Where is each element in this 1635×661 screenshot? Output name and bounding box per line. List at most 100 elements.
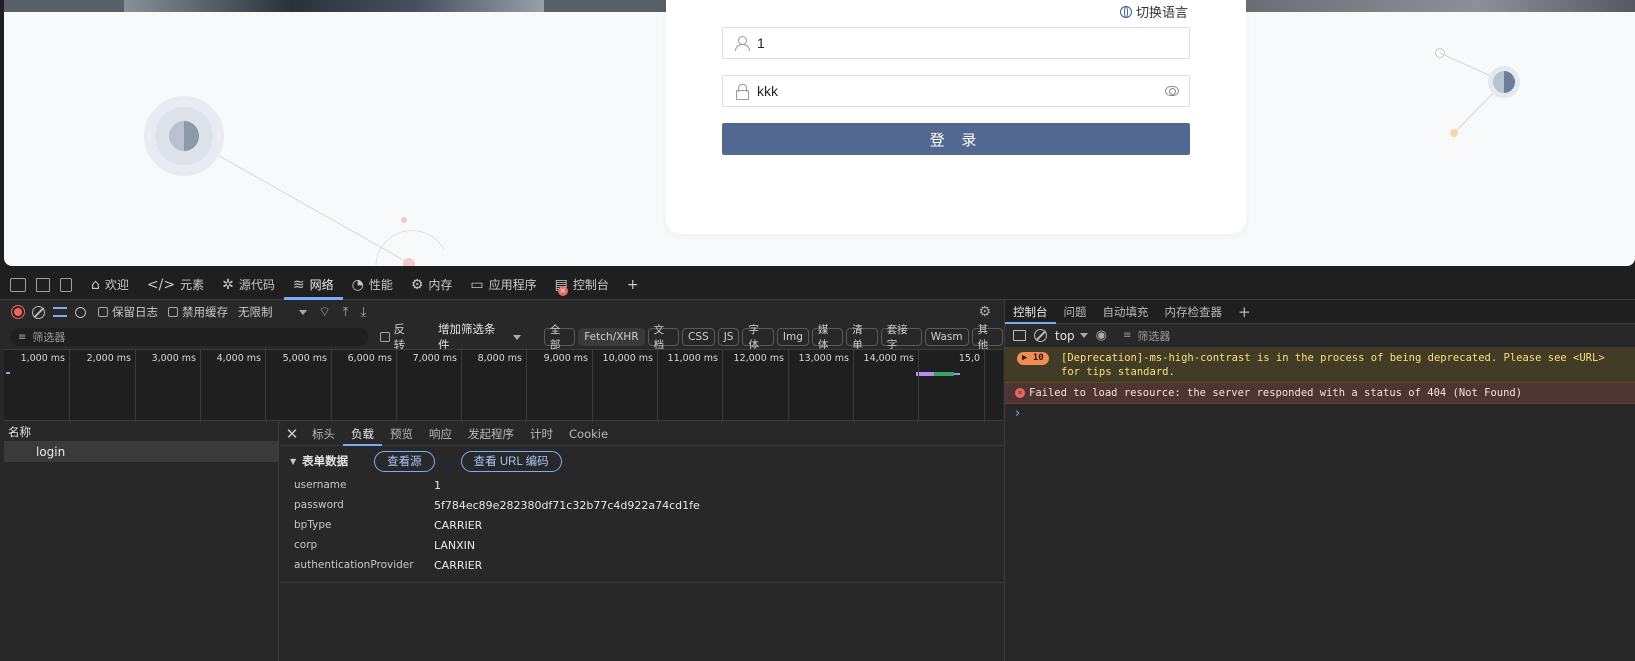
type-filter-pill[interactable]: 其他 [971,324,1004,351]
tab-initiator[interactable]: 发起程序 [460,422,522,446]
form-data-row: password 5f784ec89e282380df71c32b77c4d922… [294,499,700,512]
drawer-tabbar: 控制台 问题 自动填充 内存检查器 + [1005,300,1635,324]
wifi-icon: ≋ [292,276,305,293]
eye-icon[interactable]: ◉ [1096,328,1107,343]
sidebar-toggle-icon[interactable] [1013,330,1026,341]
timeline-gridline [331,350,332,422]
type-filter-pill[interactable]: CSS [682,328,715,346]
timeline-tick-label: 2,000 ms [86,353,131,364]
form-data-section-header[interactable]: ▼ 表单数据 查看源 查看 URL 编码 [280,446,1003,476]
tab-console[interactable]: ▤ 控制台 × [546,270,618,300]
tab-network[interactable]: ≋ 网络 [283,270,343,300]
filter-icon: ≡ [1123,330,1132,341]
type-filter-pill[interactable]: 套接字 [880,324,922,351]
tab-console-drawer[interactable]: 控制台 [1005,300,1056,324]
timeline-tick-label: 13,000 ms [798,353,849,364]
tab-sources[interactable]: ✲ 源代码 [213,270,284,300]
filter-toggle-icon[interactable] [53,307,67,317]
devtools-main-tabbar: ⌂ 欢迎 </> 元素 ✲ 源代码 ≋ 网络 ◔ 性能 ⚙ 内存 ▭ 应用程序 ▤ 控制台 × … [0,270,1635,300]
login-button[interactable]: 登 录 [722,123,1190,155]
type-filter-pill[interactable]: 字体 [742,324,774,351]
device-toolbar-icon[interactable] [36,277,50,292]
tab-performance[interactable]: ◔ 性能 [343,270,402,300]
timeline-tick-label: 9,000 ms [543,353,588,364]
language-switch[interactable]: 切换语言 [1119,2,1188,21]
tab-timing[interactable]: 计时 [522,422,561,446]
form-data-row: bpType CARRIER [294,519,483,532]
gauge-icon: ◔ [351,276,364,293]
preserve-log-checkbox[interactable]: 保留日志 [98,304,158,320]
login-card: 切换语言 登 录 [666,0,1246,234]
timeline-gridline [135,350,136,422]
tab-headers[interactable]: 标头 [304,422,343,446]
view-source-button[interactable]: 查看源 [374,450,435,472]
network-conditions-icon[interactable]: ⌔ [319,304,331,320]
type-filter-group: 全部 Fetch/XHR 文档 CSS JS 字体 Img 媒体 清单 套接字 Wasm 其他 [541,324,1004,351]
console-error-message[interactable]: × Failed to load resource: the server re… [1005,383,1635,404]
chevron-down-icon [298,309,307,315]
timeline-gridline [918,350,919,422]
disable-cache-checkbox[interactable]: 禁用缓存 [168,304,228,320]
username-input[interactable] [757,35,1157,51]
username-field[interactable] [722,27,1190,59]
console-toolbar: top ◉ ≡ 筛选器 [1005,324,1635,348]
record-icon[interactable] [12,306,24,318]
tab-payload[interactable]: 负载 [343,422,382,446]
type-filter-pill[interactable]: 媒体 [811,324,844,351]
context-select[interactable]: top [1055,329,1088,343]
password-field[interactable] [722,75,1190,107]
clear-icon[interactable] [32,305,45,319]
password-input[interactable] [757,83,1157,99]
timeline-tick-label: 4,000 ms [216,353,261,364]
timeline-tick-label: 8,000 ms [477,353,522,364]
timeline-gridline [592,350,593,422]
tab-response[interactable]: 响应 [421,422,460,446]
type-filter-pill[interactable]: 清单 [846,324,878,351]
type-filter-pill[interactable]: 文档 [647,324,680,351]
throttling-select[interactable]: 无限制 [238,304,307,320]
timeline-gridline [461,350,462,422]
network-filter-input[interactable]: ≡ 筛选器 [10,328,368,346]
eye-icon[interactable] [1165,86,1179,96]
type-filter-pill[interactable]: 全部 [543,324,576,351]
type-filter-pill[interactable]: Wasm [924,328,969,346]
type-filter-pill[interactable]: JS [717,328,740,346]
name-column-header[interactable]: 名称 [4,422,278,442]
request-row-login[interactable]: login [4,442,278,462]
form-data-row: authenticationProvider CARRIER [294,559,483,572]
export-har-icon[interactable]: ⤓ [360,305,366,320]
console-prompt[interactable]: › [1005,404,1635,421]
type-filter-pill[interactable]: Img [776,328,809,346]
timeline-gridline [984,350,985,422]
tab-welcome[interactable]: ⌂ 欢迎 [82,270,138,300]
settings-gear-icon[interactable]: ⚙ [978,304,991,320]
console-warning-message[interactable]: ▶ 10 [Deprecation]-ms-high-contrast is i… [1005,348,1635,383]
clear-console-icon[interactable] [1034,329,1047,342]
tab-cookies[interactable]: Cookie [561,422,616,446]
inspect-element-icon[interactable] [10,277,26,292]
tab-preview[interactable]: 预览 [382,422,421,446]
close-icon[interactable]: ✕ [280,425,304,443]
lock-icon [735,84,749,100]
timeline-gridline [788,350,789,422]
tab-elements[interactable]: </> 元素 [138,270,213,300]
tab-memory-inspector[interactable]: 内存检查器 [1157,300,1231,324]
tab-memory[interactable]: ⚙ 内存 [402,270,462,300]
more-tabs-button[interactable]: + [618,270,648,300]
tab-issues[interactable]: 问题 [1056,300,1095,324]
timeline-gridline [200,350,201,422]
request-list: 名称 login [4,422,279,661]
plus-icon[interactable]: + [1230,300,1259,324]
dock-sidebar-icon[interactable] [60,277,72,292]
type-filter-pill[interactable]: Fetch/XHR [578,328,645,346]
tab-autofill[interactable]: 自动填充 [1095,300,1157,324]
console-filter-input[interactable]: ≡ 筛选器 [1123,328,1170,344]
timeline-gridline [657,350,658,422]
import-har-icon[interactable]: ⤒ [343,305,349,320]
warning-count-badge: ▶ 10 [1017,352,1049,365]
form-data-row: username 1 [294,479,441,492]
devtools-panel: ⌂ 欢迎 </> 元素 ✲ 源代码 ≋ 网络 ◔ 性能 ⚙ 内存 ▭ 应用程序 ▤ 控制台 × … [0,270,1635,661]
view-url-encoded-button[interactable]: 查看 URL 编码 [460,450,562,472]
tab-application[interactable]: ▭ 应用程序 [461,270,545,300]
search-icon[interactable] [75,306,86,318]
